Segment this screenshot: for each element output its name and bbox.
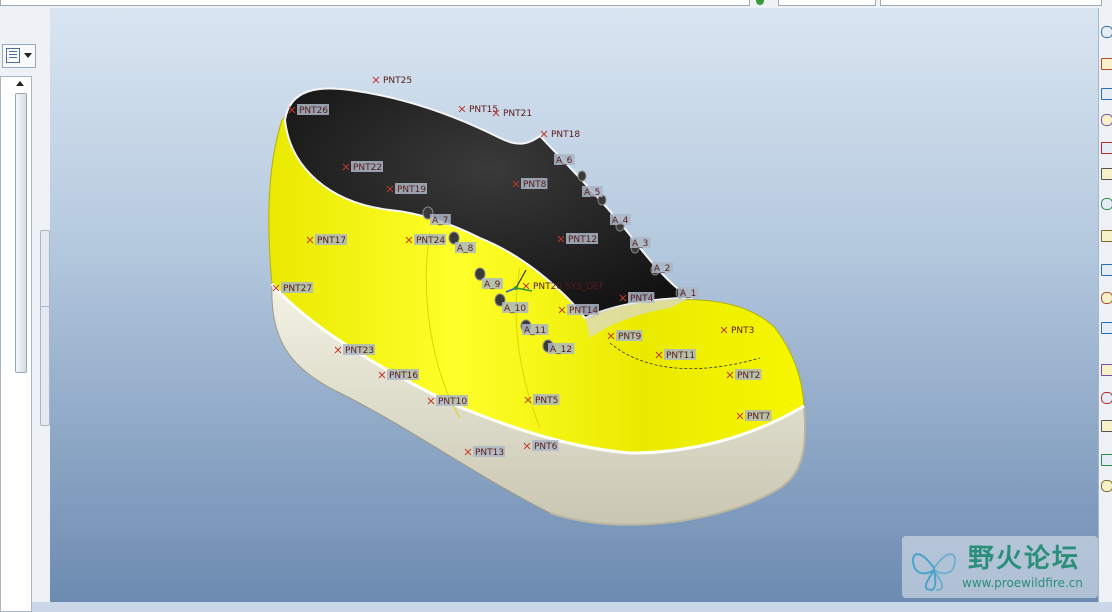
sketch-icon[interactable] bbox=[1101, 26, 1112, 38]
axis-tag-label: A_2 bbox=[654, 264, 670, 274]
datum-point-label: PNT8 bbox=[523, 180, 547, 190]
datum-point-label: PNT19 bbox=[397, 185, 426, 195]
axis-tag-a_9[interactable]: A_9 bbox=[482, 278, 503, 290]
datum-point-pnt18[interactable]: PNT18 bbox=[540, 130, 580, 140]
watermark: 野火论坛 www.proewildfire.cn bbox=[902, 536, 1098, 598]
axis-tag-label: A_1 bbox=[680, 289, 696, 299]
datum-point-pnt25[interactable]: PNT25 bbox=[372, 76, 412, 86]
datum-point-label: PNT7 bbox=[747, 412, 770, 422]
draft-icon[interactable] bbox=[1101, 420, 1112, 432]
axis-tag-a_7[interactable]: A_7 bbox=[430, 214, 451, 226]
scrollbar-thumb[interactable] bbox=[15, 93, 27, 373]
point-icon[interactable] bbox=[1101, 142, 1112, 154]
datum-point-label: PNT12 bbox=[568, 235, 597, 245]
plane-icon[interactable] bbox=[1101, 58, 1112, 70]
axis-tag-a_8[interactable]: A_8 bbox=[455, 242, 476, 254]
datum-point-label: PNT26 bbox=[299, 106, 328, 116]
axis-tag-a_12[interactable]: A_12 bbox=[548, 343, 575, 355]
axis-tag-label: A_5 bbox=[584, 188, 600, 198]
axis-tag-label: A_10 bbox=[504, 304, 526, 314]
datum-point-label: PNT16 bbox=[389, 371, 418, 381]
axis-tag-a_3[interactable]: A_3 bbox=[630, 237, 651, 249]
status-indicator-icon bbox=[756, 0, 764, 5]
scroll-up-arrow-icon[interactable] bbox=[16, 81, 24, 86]
datum-point-label: PNT10 bbox=[438, 397, 467, 407]
measure-icon[interactable] bbox=[1101, 230, 1112, 242]
datum-point-label: PNT22 bbox=[353, 163, 382, 173]
axis-tag-label: A_9 bbox=[484, 280, 501, 290]
datum-point-label: PNT13 bbox=[475, 448, 504, 458]
panel-sash-handle[interactable] bbox=[40, 230, 50, 318]
axis-icon[interactable] bbox=[1101, 88, 1112, 100]
curve-icon[interactable] bbox=[1101, 114, 1112, 126]
datum-point-pnt20[interactable]: PNT20 SYS_DEF bbox=[522, 282, 604, 292]
shoe-model[interactable]: PNT25 PNT26 PNT15 PNT21 PNT18 PNT22 PNT8 PNT19 P… bbox=[50, 8, 1098, 602]
datum-point-pnt21[interactable]: PNT21 bbox=[492, 109, 532, 119]
datum-point-label: PNT11 bbox=[666, 351, 695, 361]
axis-tag-a_2[interactable]: A_2 bbox=[652, 262, 673, 274]
axis-tag-label: A_8 bbox=[457, 244, 474, 254]
watermark-title: 野火论坛 bbox=[968, 544, 1081, 574]
revolve-icon[interactable] bbox=[1101, 292, 1112, 304]
axis-tag-label: A_6 bbox=[556, 156, 573, 166]
datum-point-label: PNT27 bbox=[283, 284, 312, 294]
datum-point-label: PNT25 bbox=[383, 76, 412, 86]
right-feature-toolbar bbox=[1098, 8, 1112, 602]
axis-tag-label: A_4 bbox=[612, 216, 629, 226]
datum-point-label: PNT9 bbox=[618, 332, 642, 342]
command-field[interactable] bbox=[0, 0, 750, 6]
csys-icon[interactable] bbox=[1101, 168, 1112, 180]
axis-tag-a_4[interactable]: A_4 bbox=[610, 214, 631, 226]
datum-point-label: PNT21 bbox=[503, 109, 532, 119]
chamfer-icon[interactable] bbox=[1101, 480, 1112, 492]
list-view-icon bbox=[6, 48, 20, 63]
graphics-viewport[interactable]: PNT25 PNT26 PNT15 PNT21 PNT18 PNT22 PNT8 PNT19 P… bbox=[50, 8, 1098, 602]
shell-icon[interactable] bbox=[1101, 392, 1112, 404]
model-tree-panel bbox=[0, 8, 51, 612]
datum-point-label: PNT5 bbox=[535, 396, 558, 406]
datum-point-label: PNT6 bbox=[534, 442, 558, 452]
blend-icon[interactable] bbox=[1101, 364, 1112, 376]
axis-tag-a_11[interactable]: A_11 bbox=[522, 324, 549, 336]
tree-view-button[interactable] bbox=[2, 44, 36, 68]
analysis-icon[interactable] bbox=[1101, 198, 1112, 210]
chevron-down-icon bbox=[24, 53, 32, 58]
butterfly-logo-icon bbox=[912, 553, 956, 592]
sweep-icon[interactable] bbox=[1101, 322, 1112, 334]
round-icon[interactable] bbox=[1101, 454, 1112, 466]
axis-tag-label: A_7 bbox=[432, 216, 448, 226]
datum-point-label: PNT4 bbox=[630, 294, 654, 304]
watermark-url: www.proewildfire.cn bbox=[962, 576, 1083, 590]
search-field[interactable] bbox=[880, 0, 1102, 6]
axis-tag-a_5[interactable]: A_5 bbox=[582, 186, 603, 198]
datum-point-pnt15[interactable]: PNT15 bbox=[458, 105, 498, 115]
datum-point-label: PNT23 bbox=[345, 346, 374, 356]
axis-tag-label: A_11 bbox=[524, 326, 546, 336]
panel-sash-handle-lower[interactable] bbox=[40, 306, 50, 426]
datum-point-label: PNT20 SYS_DEF bbox=[533, 282, 604, 292]
model-tree[interactable] bbox=[0, 76, 32, 612]
axis-tag-a_1[interactable]: A_1 bbox=[678, 287, 699, 299]
datum-point-label: PNT15 bbox=[469, 105, 498, 115]
datum-point-label: PNT2 bbox=[737, 371, 760, 381]
datum-point-label: PNT24 bbox=[416, 236, 445, 246]
datum-point-label: PNT3 bbox=[731, 326, 754, 336]
datum-point-label: PNT14 bbox=[569, 306, 598, 316]
axis-tag-label: A_12 bbox=[550, 345, 572, 355]
axis-tag-a_6[interactable]: A_6 bbox=[554, 154, 575, 166]
filter-field[interactable] bbox=[778, 0, 876, 6]
axis-tag-a_10[interactable]: A_10 bbox=[502, 302, 529, 314]
datum-point-label: PNT18 bbox=[551, 130, 580, 140]
extrude-icon[interactable] bbox=[1101, 264, 1112, 276]
datum-point-label: PNT17 bbox=[317, 236, 346, 246]
axis-tag-label: A_3 bbox=[632, 239, 648, 249]
